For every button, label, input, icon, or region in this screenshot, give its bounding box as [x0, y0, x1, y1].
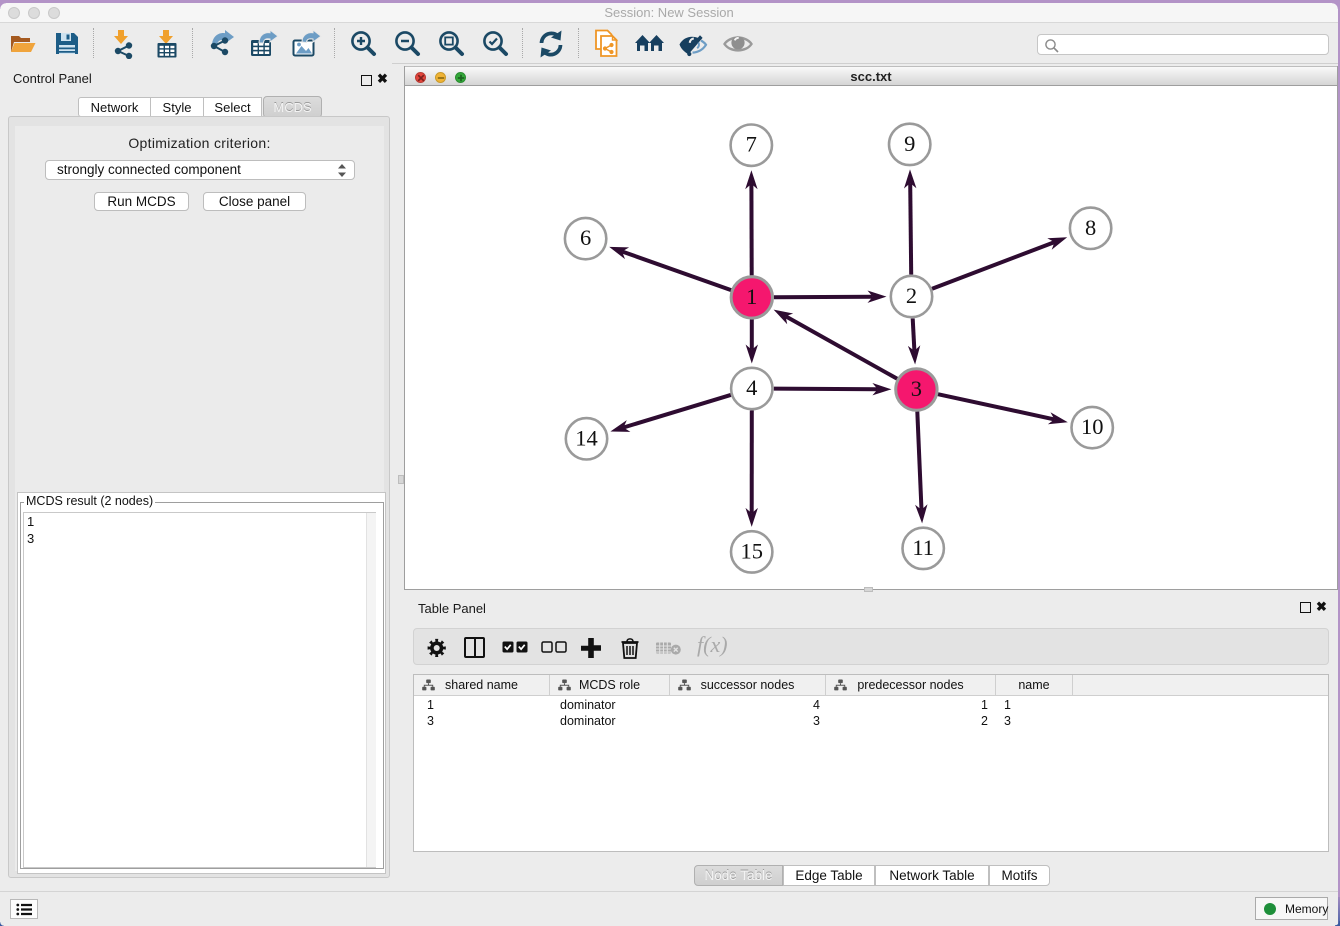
svg-text:15: 15 [740, 538, 763, 563]
svg-text:6: 6 [580, 225, 591, 250]
svg-text:3: 3 [911, 376, 922, 401]
svg-text:7: 7 [746, 132, 757, 157]
svg-text:9: 9 [904, 131, 915, 156]
svg-text:2: 2 [906, 283, 917, 308]
svg-text:1: 1 [746, 284, 757, 309]
svg-text:14: 14 [575, 425, 598, 450]
svg-text:10: 10 [1081, 414, 1104, 439]
svg-text:8: 8 [1085, 215, 1096, 240]
svg-text:11: 11 [912, 535, 934, 560]
svg-text:4: 4 [746, 375, 757, 400]
